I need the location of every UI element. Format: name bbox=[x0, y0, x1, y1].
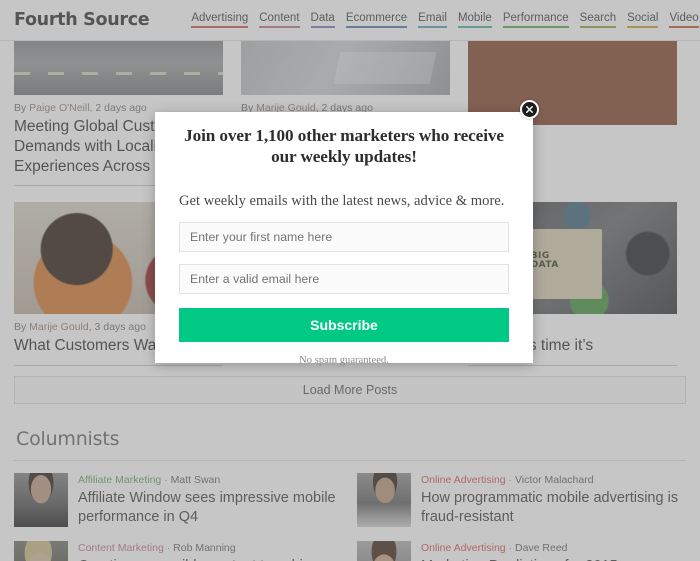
columnist-meta: Content Marketing · Rob Manning bbox=[78, 542, 326, 554]
category-link[interactable]: Online Advertising bbox=[421, 474, 506, 486]
columnist-article-title[interactable]: Marketing Predictions for 2015 bbox=[421, 557, 618, 561]
avatar bbox=[357, 541, 411, 561]
nav-label: Ecommerce bbox=[345, 12, 408, 24]
nav-label: Search bbox=[579, 12, 617, 24]
category-link[interactable]: Online Advertising bbox=[421, 542, 506, 554]
site-logo[interactable]: Fourth Source bbox=[14, 10, 150, 30]
site-header: Fourth Source Advertising Content Data E… bbox=[0, 0, 700, 41]
email-input[interactable] bbox=[179, 263, 509, 294]
list-item[interactable]: Content Marketing · Rob Manning Creating… bbox=[14, 541, 339, 561]
columnist-author[interactable]: Matt Swan bbox=[171, 474, 221, 486]
newsletter-signup-modal: Join over 1,100 other marketers who rece… bbox=[155, 112, 533, 366]
article-author[interactable]: Marije Gould bbox=[29, 321, 89, 333]
columnist-article-title[interactable]: Affiliate Window sees impressive mobile … bbox=[78, 489, 339, 527]
columnists-section-title: Columnists bbox=[16, 428, 120, 451]
list-item[interactable]: Online Advertising · Victor Malachard Ho… bbox=[357, 473, 682, 528]
nav-label: Content bbox=[259, 12, 300, 24]
meta-separator: · bbox=[163, 542, 174, 555]
category-link[interactable]: Content Marketing bbox=[78, 542, 164, 554]
nav-label: Social bbox=[627, 12, 659, 24]
nav-item-advertising[interactable]: Advertising bbox=[191, 12, 249, 28]
load-more-posts-button[interactable]: Load More Posts bbox=[14, 376, 686, 405]
section-divider bbox=[14, 460, 686, 462]
nav-label: Performance bbox=[502, 12, 569, 24]
columnists-list: Affiliate Marketing · Matt Swan Affiliat… bbox=[14, 473, 686, 561]
nav-label: Video bbox=[669, 12, 699, 24]
columnist-meta: Affiliate Marketing · Matt Swan bbox=[78, 474, 339, 486]
avatar bbox=[357, 473, 411, 528]
list-item[interactable]: Affiliate Marketing · Matt Swan Affiliat… bbox=[14, 473, 339, 528]
nav-label: Advertising bbox=[191, 12, 249, 24]
close-icon[interactable] bbox=[520, 100, 539, 119]
article-thumbnail[interactable] bbox=[241, 41, 450, 95]
nav-item-social[interactable]: Social bbox=[627, 12, 659, 28]
nav-label: Email bbox=[418, 12, 447, 24]
nav-label: Data bbox=[310, 12, 335, 24]
columnist-author[interactable]: Rob Manning bbox=[173, 542, 235, 554]
byline-prefix: By bbox=[14, 102, 30, 114]
nav-item-mobile[interactable]: Mobile bbox=[457, 12, 492, 28]
columnist-author[interactable]: Victor Malachard bbox=[515, 474, 594, 486]
page-root: Fourth Source Advertising Content Data E… bbox=[0, 0, 700, 561]
nav-item-video[interactable]: Video bbox=[669, 12, 699, 28]
avatar bbox=[14, 541, 68, 561]
no-spam-note: No spam guaranteed. bbox=[299, 354, 389, 366]
columnist-author[interactable]: Dave Reed bbox=[515, 542, 568, 554]
nav-item-content[interactable]: Content bbox=[259, 12, 300, 28]
meta-separator: · bbox=[505, 542, 515, 555]
load-more-label: Load More Posts bbox=[302, 383, 398, 398]
category-link[interactable]: Affiliate Marketing bbox=[78, 474, 161, 486]
columnist-article-title[interactable]: Creating accessible content to achieve bbox=[78, 557, 326, 561]
columnist-meta: Online Advertising · Victor Malachard bbox=[421, 474, 682, 486]
columnist-meta: Online Advertising · Dave Reed bbox=[421, 542, 618, 554]
article-time: , 3 days ago bbox=[88, 321, 146, 334]
columnist-article-title[interactable]: How programmatic mobile advertising is f… bbox=[421, 489, 682, 527]
byline-prefix: By bbox=[14, 321, 30, 334]
article-author[interactable]: Paige O'Neill bbox=[29, 102, 89, 114]
nav-item-ecommerce[interactable]: Ecommerce bbox=[345, 12, 408, 28]
nav-item-performance[interactable]: Performance bbox=[502, 12, 569, 28]
subscribe-button[interactable]: Subscribe bbox=[179, 307, 509, 342]
list-item[interactable]: Online Advertising · Dave Reed Marketing… bbox=[357, 541, 682, 561]
avatar bbox=[14, 473, 68, 528]
main-navigation: Advertising Content Data Ecommerce Email… bbox=[191, 12, 699, 28]
meta-separator: · bbox=[161, 474, 171, 487]
article-thumbnail[interactable] bbox=[14, 41, 223, 95]
nav-item-data[interactable]: Data bbox=[310, 12, 335, 28]
nav-item-email[interactable]: Email bbox=[418, 12, 447, 28]
article-time: , 2 days ago bbox=[89, 102, 147, 114]
nav-item-search[interactable]: Search bbox=[579, 12, 617, 28]
meta-separator: · bbox=[505, 474, 515, 487]
nav-label: Mobile bbox=[457, 12, 492, 24]
modal-subtitle: Get weekly emails with the latest news, … bbox=[179, 192, 505, 209]
modal-title: Join over 1,100 other marketers who rece… bbox=[184, 126, 504, 166]
first-name-input[interactable] bbox=[179, 221, 509, 252]
